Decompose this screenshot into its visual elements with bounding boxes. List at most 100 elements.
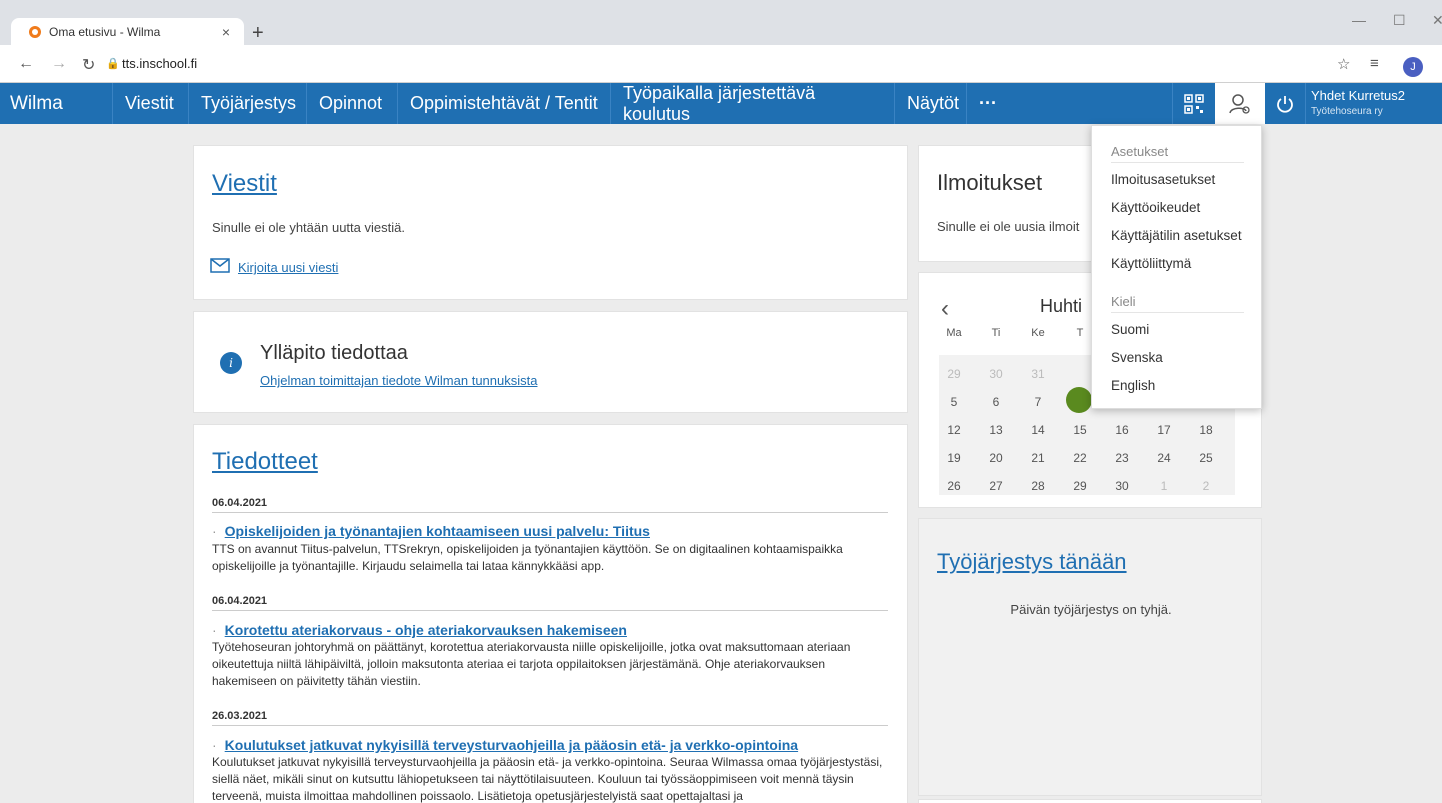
bullet-icon: ·: [212, 737, 217, 753]
url-field[interactable]: tts.inschool.fi: [122, 56, 197, 71]
calendar-prev-icon[interactable]: ‹: [941, 295, 949, 323]
settings-header: Asetukset: [1111, 144, 1244, 163]
qr-code-icon[interactable]: [1172, 83, 1215, 124]
calendar-day[interactable]: 22: [1065, 451, 1095, 465]
calendar-today-marker[interactable]: [1066, 387, 1092, 413]
tab-close-icon[interactable]: ×: [218, 24, 234, 40]
menu-item-ilmoitusasetukset[interactable]: Ilmoitusasetukset: [1111, 172, 1215, 187]
forward-icon[interactable]: →: [51, 55, 67, 73]
messages-empty-text: Sinulle ei ole yhtään uutta viestiä.: [212, 220, 405, 235]
calendar-day[interactable]: 2: [1191, 479, 1221, 493]
calendar-day[interactable]: 31: [1023, 367, 1053, 381]
nav-item-tyojarjestys[interactable]: Työjärjestys: [189, 83, 307, 124]
calendar-day[interactable]: 1: [1149, 479, 1179, 493]
reading-list-icon[interactable]: ≡: [1370, 55, 1379, 72]
calendar-day[interactable]: 14: [1023, 423, 1053, 437]
news-body: Työtehoseuran johtoryhmä on päättänyt, k…: [212, 640, 851, 688]
calendar-day[interactable]: 24: [1149, 451, 1179, 465]
calendar-month: Huhti: [1040, 296, 1083, 316]
calendar-day[interactable]: 21: [1023, 451, 1053, 465]
calendar-day[interactable]: 18: [1191, 423, 1221, 437]
bullet-icon: ·: [212, 523, 217, 539]
calendar-day[interactable]: 25: [1191, 451, 1221, 465]
calendar-weekday: Ma: [946, 327, 962, 339]
bullet-icon: ·: [212, 622, 217, 638]
calendar-day[interactable]: 20: [981, 451, 1011, 465]
calendar-day[interactable]: 27: [981, 479, 1011, 493]
lock-icon: 🔒: [106, 58, 120, 70]
nav-brand[interactable]: Wilma: [0, 83, 113, 124]
menu-item-kayttajatilin-asetukset[interactable]: Käyttäjätilin asetukset: [1111, 228, 1242, 243]
news-heading-link[interactable]: · Koulutukset jatkuvat nykyisillä terveys…: [212, 737, 798, 753]
calendar-day[interactable]: 23: [1107, 451, 1137, 465]
language-item-english[interactable]: English: [1111, 378, 1155, 393]
browser-tab[interactable]: Oma etusivu - Wilma ×: [11, 18, 244, 46]
info-icon: i: [220, 352, 242, 374]
messages-title[interactable]: Viestit: [212, 170, 277, 198]
new-message-link[interactable]: Kirjoita uusi viesti: [238, 260, 338, 275]
calendar-day[interactable]: 6: [981, 395, 1011, 409]
news-heading-link[interactable]: · Opiskelijoiden ja työnantajien kohtaami…: [212, 523, 650, 539]
calendar-day[interactable]: 26: [939, 479, 969, 493]
calendar-day[interactable]: 7: [1023, 395, 1053, 409]
schedule-empty-text: Päivän työjärjestys on tyhjä.: [1010, 602, 1172, 617]
minimize-icon[interactable]: —: [1352, 12, 1366, 28]
close-window-icon[interactable]: ✕: [1432, 12, 1442, 29]
calendar-day[interactable]: 29: [939, 367, 969, 381]
calendar-day[interactable]: 30: [981, 367, 1011, 381]
main-nav: Wilma Viestit Työjärjestys Opinnot Oppim…: [0, 83, 1442, 124]
bookmark-star-icon[interactable]: ☆: [1337, 55, 1350, 73]
language-item-suomi[interactable]: Suomi: [1111, 322, 1149, 337]
wilma-favicon-icon: [29, 26, 41, 38]
calendar-day[interactable]: 17: [1149, 423, 1179, 437]
maintenance-card: i Ylläpito tiedottaa Ohjelman toimittaja…: [193, 311, 908, 413]
news-title[interactable]: Tiedotteet: [212, 448, 318, 476]
schedule-title[interactable]: Työjärjestys tänään: [937, 549, 1127, 575]
nav-item-oppimistehtavat[interactable]: Oppimistehtävät / Tentit: [398, 83, 611, 124]
browser-tab-bar: Oma etusivu - Wilma × + — ☐ ✕: [0, 0, 1442, 46]
menu-item-kayttoliittyma[interactable]: Käyttöliittymä: [1111, 256, 1191, 271]
calendar-day[interactable]: 16: [1107, 423, 1137, 437]
calendar-day[interactable]: 28: [1023, 479, 1053, 493]
profile-avatar[interactable]: J: [1403, 57, 1423, 77]
language-header: Kieli: [1111, 294, 1244, 313]
schedule-card: Työjärjestys tänään Päivän työjärjestys …: [918, 518, 1262, 796]
address-bar: ← → ↻ 🔒 tts.inschool.fi ☆ ≡: [0, 45, 1442, 83]
user-settings-icon[interactable]: [1215, 83, 1265, 124]
nav-item-naytot[interactable]: Näytöt: [895, 83, 967, 124]
calendar-day[interactable]: 5: [939, 395, 969, 409]
calendar-day[interactable]: 29: [1065, 479, 1095, 493]
news-date: 26.03.2021: [212, 710, 888, 726]
maintenance-title: Ylläpito tiedottaa: [260, 342, 408, 364]
news-date: 06.04.2021: [212, 595, 888, 611]
calendar-day[interactable]: 19: [939, 451, 969, 465]
logout-power-icon[interactable]: [1265, 83, 1306, 124]
maintenance-link[interactable]: Ohjelman toimittajan tiedote Wilman tunn…: [260, 373, 537, 388]
menu-item-kayttooikeudet[interactable]: Käyttöoikeudet: [1111, 200, 1200, 215]
calendar-day[interactable]: 13: [981, 423, 1011, 437]
envelope-icon: [210, 258, 230, 278]
notices-empty-text: Sinulle ei ole uusia ilmoit: [937, 219, 1080, 234]
language-item-svenska[interactable]: Svenska: [1111, 350, 1163, 365]
calendar-weekday: Ti: [991, 327, 1001, 339]
messages-card: Viestit Sinulle ei ole yhtään uutta vies…: [193, 145, 908, 300]
back-icon[interactable]: ←: [18, 55, 34, 73]
user-organization: Työtehoseura ry: [1311, 106, 1383, 117]
calendar-day[interactable]: 30: [1107, 479, 1137, 493]
new-tab-icon[interactable]: +: [252, 22, 264, 45]
maximize-icon[interactable]: ☐: [1393, 12, 1406, 29]
nav-item-tyopaikalla[interactable]: Työpaikalla järjestettävä koulutus: [611, 83, 895, 124]
nav-item-opinnot[interactable]: Opinnot: [307, 83, 398, 124]
user-settings-dropdown: Asetukset Ilmoitusasetukset Käyttöoikeud…: [1091, 125, 1262, 409]
nav-item-viestit[interactable]: Viestit: [113, 83, 189, 124]
news-body: Koulutukset jatkuvat nykyisillä terveyst…: [212, 755, 883, 803]
user-name[interactable]: Yhdet Kurretus2: [1311, 88, 1405, 103]
news-date: 06.04.2021: [212, 497, 888, 513]
calendar-day[interactable]: 15: [1065, 423, 1095, 437]
reload-icon[interactable]: ↻: [82, 55, 95, 75]
news-heading-link[interactable]: · Korotettu ateriakorvaus - ohje ateriako…: [212, 622, 627, 638]
nav-more-button[interactable]: ···: [967, 83, 1017, 124]
news-card: Tiedotteet 06.04.2021 · Opiskelijoiden ja…: [193, 424, 908, 803]
calendar-day[interactable]: 12: [939, 423, 969, 437]
notices-title: Ilmoitukset: [937, 170, 1043, 195]
